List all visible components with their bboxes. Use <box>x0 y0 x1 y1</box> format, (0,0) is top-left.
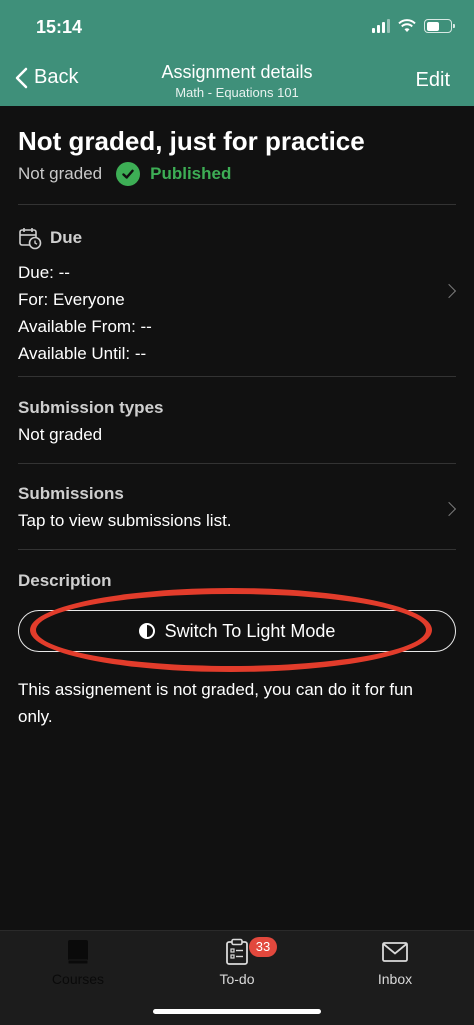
book-icon <box>67 940 89 965</box>
status-icons <box>372 19 455 33</box>
annotation-ellipse <box>30 588 432 672</box>
publish-status: Published <box>116 162 231 186</box>
tab-inbox-label: Inbox <box>377 971 413 987</box>
tab-todo[interactable]: To-do 33 <box>177 937 297 987</box>
tab-courses-label: Courses <box>51 971 105 987</box>
check-circle-icon <box>116 162 141 186</box>
submission-types-value: Not graded <box>18 425 103 444</box>
edit-button[interactable]: Edit <box>416 69 450 92</box>
envelope-icon <box>382 942 408 962</box>
tab-todo-label: To-do <box>219 971 255 987</box>
nav-title: Assignment details Math - Equations 101 <box>0 62 474 100</box>
tab-inbox[interactable]: Inbox <box>335 937 455 987</box>
due-heading: Due <box>18 226 82 250</box>
wifi-icon <box>398 19 416 32</box>
tab-courses[interactable]: Courses <box>18 937 138 987</box>
todo-count-badge: 33 <box>249 937 277 957</box>
status-time: 15:14 <box>36 17 83 37</box>
home-indicator <box>153 1009 321 1014</box>
submissions-value: Tap to view submissions list. <box>18 511 232 530</box>
publish-label: Published <box>150 164 232 183</box>
grade-status: Not graded <box>18 164 103 183</box>
description-text: This assignement is not graded, you can … <box>18 680 414 726</box>
grade-row: Not graded Published <box>18 162 231 186</box>
chevron-right-icon <box>441 283 457 299</box>
signal-icon <box>372 19 390 33</box>
clipboard-icon <box>226 938 248 965</box>
battery-icon <box>424 19 455 33</box>
divider <box>18 204 456 205</box>
available-from-line: Available From: -- <box>18 317 152 336</box>
calendar-clock-icon <box>19 228 42 250</box>
divider <box>18 463 456 464</box>
for-line: For: Everyone <box>18 290 125 309</box>
top-bar: 15:14 Back Assignment details Math - Equ… <box>0 0 474 106</box>
page-subtitle: Math - Equations 101 <box>175 85 299 100</box>
available-until-line: Available Until: -- <box>18 344 147 363</box>
chevron-right-icon <box>441 501 457 517</box>
submissions-label: Submissions <box>18 484 124 503</box>
divider <box>18 549 456 550</box>
submission-types-label: Submission types <box>18 398 164 417</box>
due-heading-label: Due <box>50 228 83 247</box>
assignment-title: Not graded, just for practice <box>18 126 365 156</box>
due-line: Due: -- <box>18 263 70 282</box>
divider <box>18 376 456 377</box>
description-label: Description <box>18 571 112 590</box>
page-title: Assignment details <box>161 62 313 82</box>
due-details: Due: -- For: Everyone Available From: --… <box>18 259 152 367</box>
